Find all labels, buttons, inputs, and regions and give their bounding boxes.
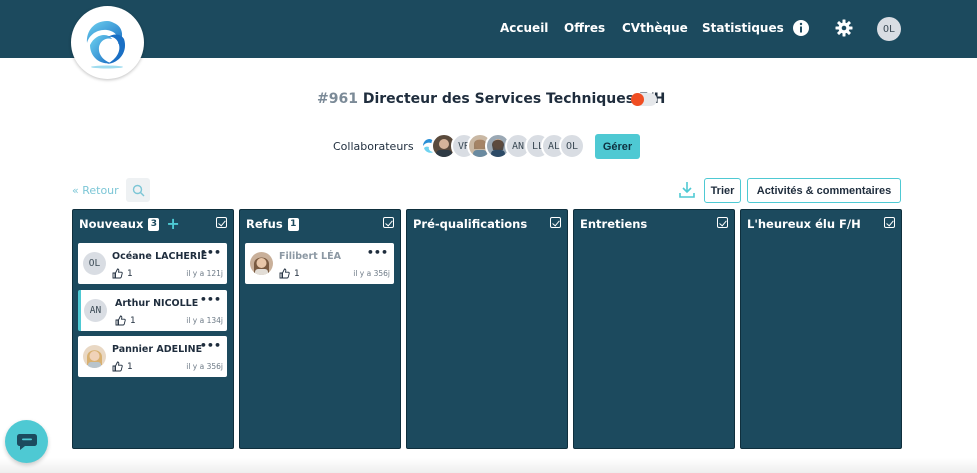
collaborators-label: Collaborateurs (333, 140, 414, 153)
nav-offers[interactable]: Offres (564, 21, 605, 35)
column-title: Nouveaux (79, 217, 144, 231)
column-header: Refus 1 (246, 216, 394, 232)
thumbs-up-icon (112, 268, 123, 279)
job-title: #961 Directeur des Services Techniques F… (317, 91, 665, 107)
kanban-column-chosen: L'heureux élu F/H (740, 209, 902, 449)
chat-bubble-icon (16, 433, 37, 450)
job-status-toggle[interactable] (631, 93, 657, 106)
search-icon (132, 184, 144, 196)
candidate-time: il y a 121j (186, 269, 223, 278)
column-header: L'heureux élu F/H (747, 216, 895, 232)
likes[interactable]: 1 (112, 361, 133, 372)
likes-count: 1 (294, 268, 300, 279)
job-title-text: Directeur des Services Techniques F/H (362, 91, 666, 107)
candidate-card[interactable]: AN Arthur NICOLLE ••• 1 il y a 134j (78, 290, 227, 331)
thumbs-up-icon (112, 361, 123, 372)
collaborator-avatar-ol[interactable]: OL (559, 133, 585, 159)
select-column-checkbox-icon[interactable] (216, 217, 227, 228)
candidate-name: Filibert LÉA (279, 251, 341, 262)
thumbs-up-icon (115, 315, 126, 326)
column-count-badge: 1 (287, 217, 299, 231)
select-column-checkbox-icon[interactable] (550, 217, 561, 228)
likes-count: 1 (127, 268, 133, 279)
back-link[interactable]: « Retour (72, 184, 119, 197)
column-count-badge: 3 (148, 217, 160, 231)
logo[interactable] (71, 6, 144, 79)
kanban-column-new: Nouveaux 3 + OL Océane LACHERIE ••• 1 il… (72, 209, 234, 449)
toggle-knob (631, 93, 644, 106)
likes[interactable]: 1 (279, 268, 300, 279)
candidate-avatar: OL (83, 252, 106, 275)
column-header: Nouveaux 3 + (79, 216, 227, 232)
candidate-avatar-photo (83, 345, 106, 368)
likes-count: 1 (127, 361, 133, 372)
user-avatar[interactable]: OL (877, 17, 901, 41)
info-icon[interactable] (792, 19, 810, 37)
kanban-column-prequalification: Pré-qualifications (406, 209, 568, 449)
select-column-checkbox-icon[interactable] (717, 217, 728, 228)
thumbs-up-icon (279, 268, 290, 279)
more-options-icon[interactable]: ••• (200, 246, 221, 259)
candidate-time: il y a 356j (353, 269, 390, 278)
candidate-card[interactable]: OL Océane LACHERIE ••• 1 il y a 121j (78, 243, 227, 284)
candidate-name: Arthur NICOLLE (115, 298, 199, 309)
column-title: Refus (246, 217, 283, 231)
nav-cvtheque[interactable]: CVthèque (622, 21, 688, 35)
select-column-checkbox-icon[interactable] (383, 217, 394, 228)
candidate-avatar-photo (250, 252, 273, 275)
activities-comments-button[interactable]: Activités & commentaires (747, 178, 901, 203)
candidate-time: il y a 134j (186, 316, 223, 325)
job-number: #961 (317, 91, 358, 107)
candidate-name: Océane LACHERIE (112, 251, 208, 262)
column-title: Pré-qualifications (413, 217, 528, 231)
top-navigation-bar (0, 0, 977, 58)
nav-home[interactable]: Accueil (500, 21, 548, 35)
select-column-checkbox-icon[interactable] (884, 217, 895, 228)
kanban-column-interviews: Entretiens (573, 209, 735, 449)
candidate-name: Pannier ADELINE (112, 344, 203, 355)
candidate-avatar: AN (84, 299, 107, 322)
likes[interactable]: 1 (112, 268, 133, 279)
chat-support-button[interactable] (5, 420, 48, 463)
kanban-column-rejected: Refus 1 Filibert LÉA ••• 1 il y a 356j (239, 209, 401, 449)
manage-collaborators-button[interactable]: Gérer (595, 134, 640, 159)
candidate-card[interactable]: Pannier ADELINE ••• 1 il y a 356j (78, 336, 227, 377)
candidate-card[interactable]: Filibert LÉA ••• 1 il y a 356j (245, 243, 394, 284)
download-icon[interactable] (679, 181, 695, 199)
column-title: Entretiens (580, 217, 648, 231)
column-header: Entretiens (580, 216, 728, 232)
sort-button[interactable]: Trier (704, 178, 741, 203)
settings-gear-icon[interactable] (835, 19, 853, 37)
more-options-icon[interactable]: ••• (367, 246, 388, 259)
add-candidate-icon[interactable]: + (166, 216, 179, 232)
column-header: Pré-qualifications (413, 216, 561, 232)
likes-count: 1 (130, 315, 136, 326)
search-button[interactable] (126, 178, 150, 202)
likes[interactable]: 1 (115, 315, 136, 326)
more-options-icon[interactable]: ••• (200, 339, 221, 352)
more-options-icon[interactable]: ••• (200, 293, 221, 306)
nav-statistics[interactable]: Statistiques (702, 21, 784, 35)
page-bottom-edge (0, 458, 977, 473)
candidate-time: il y a 356j (186, 362, 223, 371)
column-title: L'heureux élu F/H (747, 217, 861, 231)
